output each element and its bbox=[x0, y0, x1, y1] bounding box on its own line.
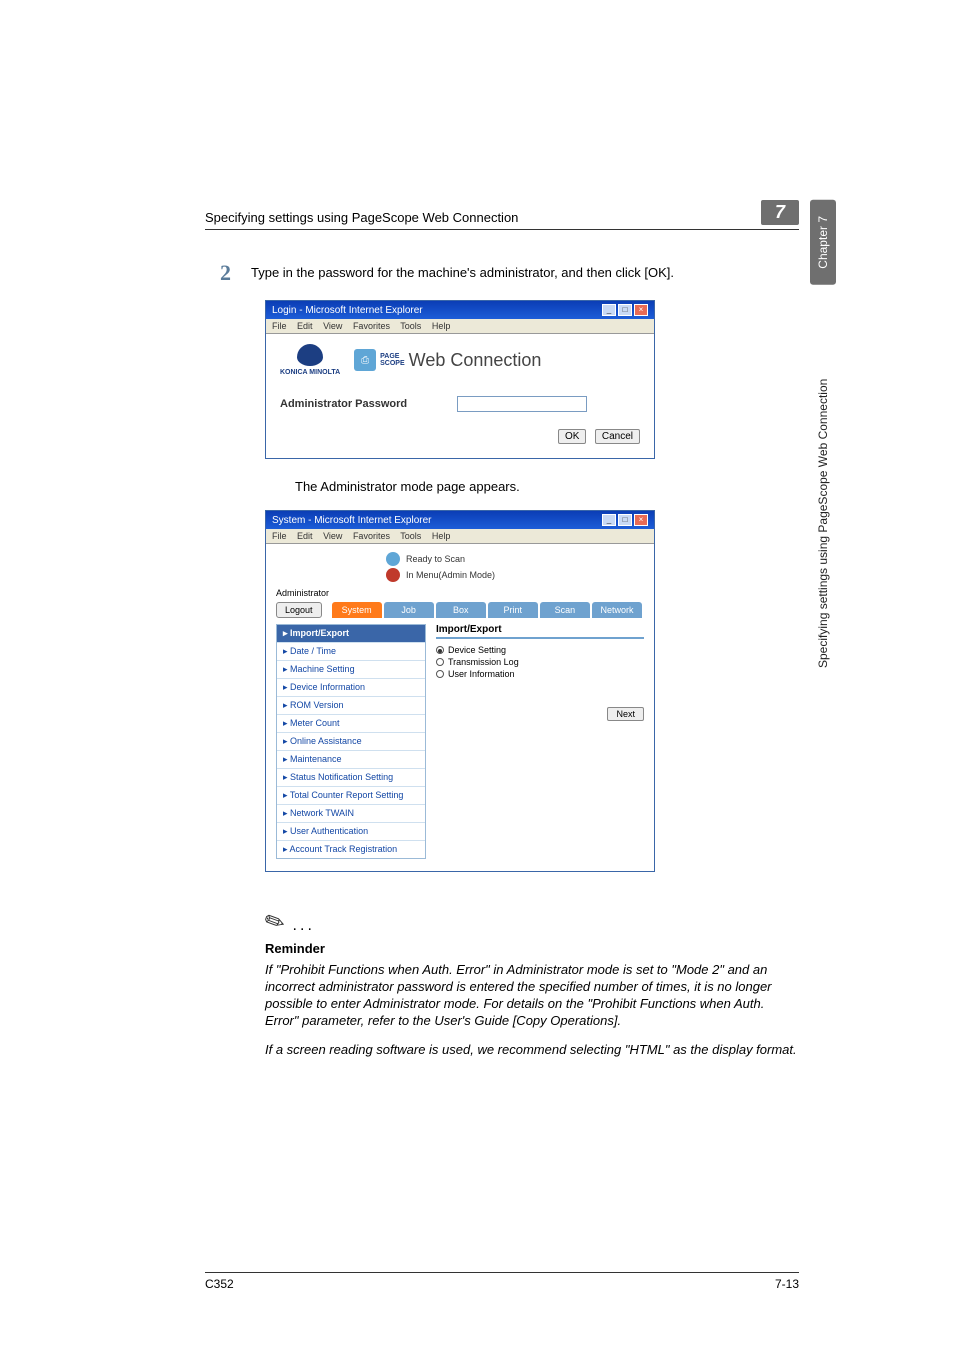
sidebar-item[interactable]: ▸ Account Track Registration bbox=[277, 840, 425, 858]
sidebar-item[interactable]: ▸ Machine Setting bbox=[277, 660, 425, 678]
logout-button[interactable]: Logout bbox=[276, 602, 322, 618]
sidebar-item[interactable]: ▸ Meter Count bbox=[277, 714, 425, 732]
tab-box[interactable]: Box bbox=[436, 602, 486, 618]
close-icon[interactable]: × bbox=[634, 514, 648, 526]
menu-favorites[interactable]: Favorites bbox=[353, 321, 390, 331]
admin-password-input[interactable] bbox=[457, 396, 587, 412]
radio-label: User Information bbox=[448, 669, 515, 679]
status-menu: In Menu(Admin Mode) bbox=[406, 570, 495, 580]
panel-heading: Import/Export bbox=[436, 624, 644, 639]
admin-password-label: Administrator Password bbox=[280, 398, 407, 410]
menu-help[interactable]: Help bbox=[432, 531, 451, 541]
pencil-icon: ✎ bbox=[260, 905, 290, 940]
sidebar-item[interactable]: ▸ Network TWAIN bbox=[277, 804, 425, 822]
window-title: Login - Microsoft Internet Explorer bbox=[272, 305, 423, 316]
menu-file[interactable]: File bbox=[272, 531, 287, 541]
footer-right: 7-13 bbox=[775, 1277, 799, 1291]
window-title-2: System - Microsoft Internet Explorer bbox=[272, 515, 432, 526]
pagescope-logo: ⎙ PAGESCOPE Web Connection bbox=[354, 349, 541, 371]
chapter-number: 7 bbox=[761, 200, 799, 225]
tab-print[interactable]: Print bbox=[488, 602, 538, 618]
menu-favorites[interactable]: Favorites bbox=[353, 531, 390, 541]
ie-menubar-2: File Edit View Favorites Tools Help bbox=[266, 529, 654, 544]
minimize-icon[interactable]: _ bbox=[602, 514, 616, 526]
radio-device-setting[interactable] bbox=[436, 646, 444, 654]
screenshot-login: Login - Microsoft Internet Explorer _□× … bbox=[265, 300, 655, 459]
menu-tools[interactable]: Tools bbox=[400, 531, 421, 541]
sidebar-item[interactable]: ▸ Online Assistance bbox=[277, 732, 425, 750]
menu-file[interactable]: File bbox=[272, 321, 287, 331]
note-body-2: If a screen reading software is used, we… bbox=[265, 1042, 799, 1059]
close-icon[interactable]: × bbox=[634, 304, 648, 316]
sidebar-item[interactable]: ▸ Date / Time bbox=[277, 642, 425, 660]
cancel-button[interactable]: Cancel bbox=[595, 429, 640, 444]
sidebar-item[interactable]: ▸ Import/Export bbox=[277, 625, 425, 642]
radio-label: Device Setting bbox=[448, 645, 506, 655]
status-icon-ready bbox=[386, 552, 400, 566]
menu-tools[interactable]: Tools bbox=[400, 321, 421, 331]
tab-job[interactable]: Job bbox=[384, 602, 434, 618]
radio-transmission-log[interactable] bbox=[436, 658, 444, 666]
ie-menubar: File Edit View Favorites Tools Help bbox=[266, 319, 654, 334]
window-titlebar: Login - Microsoft Internet Explorer _□× bbox=[266, 301, 654, 319]
note-body-1: If "Prohibit Functions when Auth. Error"… bbox=[265, 962, 799, 1030]
pagescope-icon: ⎙ bbox=[354, 349, 376, 371]
note-title: Reminder bbox=[265, 941, 799, 956]
page-footer: C352 7-13 bbox=[205, 1272, 799, 1291]
sidebar-item[interactable]: ▸ ROM Version bbox=[277, 696, 425, 714]
administrator-label: Administrator bbox=[276, 588, 644, 598]
status-icon-menu bbox=[386, 568, 400, 582]
ok-button[interactable]: OK bbox=[558, 429, 586, 444]
result-text: The Administrator mode page appears. bbox=[295, 479, 799, 494]
menu-view[interactable]: View bbox=[323, 321, 342, 331]
footer-left: C352 bbox=[205, 1277, 234, 1291]
sidebar-item[interactable]: ▸ Status Notification Setting bbox=[277, 768, 425, 786]
right-margin: Chapter 7 Specifying settings using Page… bbox=[807, 200, 839, 880]
tab-network[interactable]: Network bbox=[592, 602, 642, 618]
konica-minolta-logo: KONICA MINOLTA bbox=[280, 344, 340, 376]
step-2: 2 Type in the password for the machine's… bbox=[205, 260, 799, 286]
window-titlebar-2: System - Microsoft Internet Explorer _□× bbox=[266, 511, 654, 529]
tab-system[interactable]: System bbox=[332, 602, 382, 618]
sidebar-item[interactable]: ▸ Maintenance bbox=[277, 750, 425, 768]
menu-edit[interactable]: Edit bbox=[297, 321, 313, 331]
header: Specifying settings using PageScope Web … bbox=[205, 200, 799, 230]
maximize-icon[interactable]: □ bbox=[618, 514, 632, 526]
side-menu: ▸ Import/Export ▸ Date / Time ▸ Machine … bbox=[276, 624, 426, 859]
step-text: Type in the password for the machine's a… bbox=[251, 260, 674, 286]
side-chapter-title: Specifying settings using PageScope Web … bbox=[816, 303, 830, 743]
maximize-icon[interactable]: □ bbox=[618, 304, 632, 316]
step-number: 2 bbox=[205, 260, 231, 286]
menu-help[interactable]: Help bbox=[432, 321, 451, 331]
sidebar-item[interactable]: ▸ Device Information bbox=[277, 678, 425, 696]
sidebar-item[interactable]: ▸ Total Counter Report Setting bbox=[277, 786, 425, 804]
chapter-tab: Chapter 7 bbox=[810, 200, 836, 285]
radio-label: Transmission Log bbox=[448, 657, 519, 667]
menu-edit[interactable]: Edit bbox=[297, 531, 313, 541]
reminder-note: ✎ ... Reminder If "Prohibit Functions wh… bbox=[265, 908, 799, 1058]
radio-user-information[interactable] bbox=[436, 670, 444, 678]
minimize-icon[interactable]: _ bbox=[602, 304, 616, 316]
menu-view[interactable]: View bbox=[323, 531, 342, 541]
header-title: Specifying settings using PageScope Web … bbox=[205, 210, 741, 225]
next-button[interactable]: Next bbox=[607, 707, 644, 721]
sidebar-item[interactable]: ▸ User Authentication bbox=[277, 822, 425, 840]
screenshot-admin-mode: System - Microsoft Internet Explorer _□×… bbox=[265, 510, 655, 872]
status-ready: Ready to Scan bbox=[406, 554, 465, 564]
tab-scan[interactable]: Scan bbox=[540, 602, 590, 618]
